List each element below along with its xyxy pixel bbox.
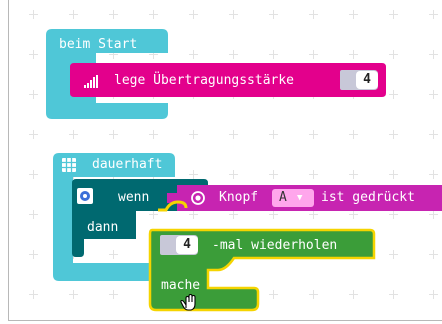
on-start-label: beim Start — [59, 37, 138, 52]
grid-mark — [429, 290, 438, 299]
signal-bars-icon — [84, 75, 98, 88]
grid-mark — [389, 170, 398, 179]
makecode-workspace[interactable]: beim Start lege Übertragungsstärke 4 dau… — [0, 0, 442, 324]
grid-mark — [29, 210, 38, 219]
if-label: wenn — [118, 190, 150, 205]
grid-mark — [229, 130, 238, 139]
chevron-down-icon: ▼ — [297, 193, 303, 203]
grid-mark — [429, 90, 438, 99]
grid-mark — [269, 10, 278, 19]
grid-mark — [429, 210, 438, 219]
grid-mark — [429, 250, 438, 259]
grid-mark — [29, 10, 38, 19]
grid-mark — [69, 130, 78, 139]
grid-mark — [309, 10, 318, 19]
button-suffix-label: ist gedrückt — [321, 190, 415, 205]
button-dropdown[interactable]: A ▼ — [272, 189, 314, 207]
grid-mark — [29, 250, 38, 259]
repeat-label: -mal wiederholen — [212, 238, 338, 253]
repeat-count-value[interactable]: 4 — [176, 236, 198, 254]
button-dropdown-value: A — [279, 190, 287, 205]
grid-mark — [429, 10, 438, 19]
grid-mark — [29, 90, 38, 99]
button-prefix-label: Knopf — [219, 190, 259, 205]
grid-mark — [389, 290, 398, 299]
grid-mark — [149, 10, 158, 19]
then-label: dann — [87, 220, 119, 235]
grid-mark — [69, 10, 78, 19]
grid-mark — [189, 10, 198, 19]
grid-mark — [389, 10, 398, 19]
connection-highlight — [158, 200, 188, 212]
grid-mark — [229, 170, 238, 179]
hand-cursor-icon — [180, 293, 196, 311]
grid-mark — [229, 10, 238, 19]
grid-mark — [349, 130, 358, 139]
grid-mark — [269, 170, 278, 179]
grid-mark — [389, 210, 398, 219]
grid-mark — [389, 250, 398, 259]
grid-mark — [29, 170, 38, 179]
set-transmit-power-label: lege Übertragungsstärke — [114, 73, 295, 88]
grid-mark — [109, 290, 118, 299]
grid-mark — [309, 210, 318, 219]
grid-mark — [389, 130, 398, 139]
grid-mark — [29, 50, 38, 59]
grid-mark — [269, 130, 278, 139]
grid-mark — [349, 210, 358, 219]
grid-mark — [269, 210, 278, 219]
grid-mark — [29, 130, 38, 139]
grid-mark — [69, 290, 78, 299]
grid-mark — [349, 10, 358, 19]
grid-mark — [149, 130, 158, 139]
transmit-power-value[interactable]: 4 — [356, 71, 378, 89]
grid-icon — [62, 158, 76, 172]
grid-mark — [349, 170, 358, 179]
forever-label: dauerhaft — [92, 157, 163, 172]
grid-mark — [429, 50, 438, 59]
grid-mark — [109, 10, 118, 19]
grid-mark — [109, 130, 118, 139]
grid-mark — [429, 170, 438, 179]
grid-mark — [189, 130, 198, 139]
grid-mark — [229, 210, 238, 219]
gear-icon — [77, 188, 93, 204]
grid-mark — [29, 290, 38, 299]
grid-mark — [309, 130, 318, 139]
grid-mark — [429, 130, 438, 139]
grid-mark — [309, 170, 318, 179]
